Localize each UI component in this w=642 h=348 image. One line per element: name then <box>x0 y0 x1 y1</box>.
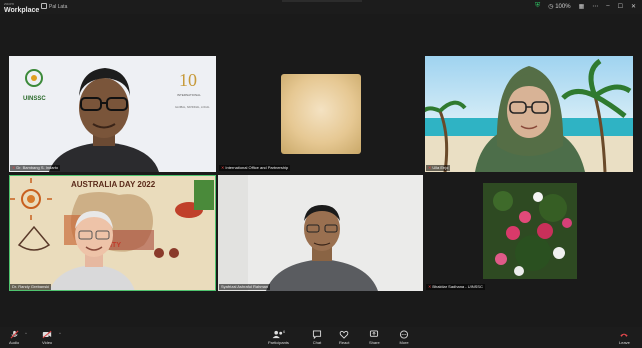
participant-video <box>218 175 423 291</box>
more-options-icon[interactable]: ⋯ <box>592 3 598 10</box>
top-bar-controls: ⛨ ◷ 100% ▦ ⋯ – ☐ ✕ <box>535 2 636 10</box>
more-icon <box>399 330 409 339</box>
participant-name-label: ✕Ulla Enjo <box>426 165 451 171</box>
audio-label: Audio <box>9 340 20 345</box>
participant-name-label: ✕Dr. Bambang S. Indarto <box>10 165 61 171</box>
app-brand: zoom Workplace <box>4 1 39 14</box>
svg-text:10: 10 <box>179 70 197 90</box>
audio-button[interactable]: Audio <box>9 330 19 345</box>
video-label: Video <box>42 340 53 345</box>
grid-view-icon[interactable]: ▦ <box>579 3 585 10</box>
participant-video <box>425 56 633 172</box>
meeting-info-button[interactable]: Pal Lata <box>41 3 67 10</box>
window-drag-handle[interactable] <box>282 0 362 2</box>
participants-count: 6 <box>283 329 286 334</box>
muted-mic-icon: ✕ <box>221 165 225 170</box>
video-options-chevron-icon[interactable]: ^ <box>59 331 61 336</box>
svg-text:GLOBAL, NATIONAL, LOCAL: GLOBAL, NATIONAL, LOCAL <box>175 105 210 109</box>
participant-name: Bhaktiar Sadhana - UINSSC <box>432 284 483 289</box>
participant-name-label: Syafrizal Ashraful Rahman <box>219 284 271 290</box>
zoom-level-label: 100% <box>555 3 571 10</box>
chat-label: Chat <box>312 340 322 345</box>
close-icon[interactable]: ✕ <box>631 3 636 10</box>
banner-title: AUSTRALIA DAY 2022 <box>71 180 156 189</box>
video-tile-1[interactable]: UINSSC 10 INTERNATIONAL GLOBAL, NATIONAL… <box>9 56 216 172</box>
participant-profile-picture <box>483 183 577 279</box>
leave-button[interactable]: Leave <box>619 330 630 345</box>
meeting-toolbar: Audio ^ Video ^ Participants 6 Chat Reac… <box>0 327 642 348</box>
muted-mic-icon: ✕ <box>428 284 432 289</box>
top-bar: zoom Workplace Pal Lata ⛨ ◷ 100% ▦ ⋯ – ☐… <box>0 0 642 14</box>
leave-label: Leave <box>619 340 630 345</box>
participant-name: Ulla Enjo <box>432 165 449 170</box>
video-tile-4[interactable]: AUSTRALIA DAY 2022 UNIVERSITY Dr. Randy … <box>9 175 216 291</box>
more-label: More <box>399 340 409 345</box>
maximize-icon[interactable]: ☐ <box>618 3 623 10</box>
participant-name: Dr. Randy Grebanski <box>12 284 50 289</box>
participant-name: Dr. Bambang S. Indarto <box>16 165 59 170</box>
react-button[interactable]: React <box>339 330 349 345</box>
video-button[interactable]: Video <box>42 330 52 345</box>
participant-name-label: Dr. Randy Grebanski <box>10 284 52 290</box>
video-tile-2[interactable]: ✕International Office and Partnership <box>218 56 423 172</box>
react-label: React <box>339 340 350 345</box>
info-icon <box>41 3 47 9</box>
share-label: Share <box>369 340 380 345</box>
meeting-info-label: Pal Lata <box>49 4 68 10</box>
audio-options-chevron-icon[interactable]: ^ <box>25 331 27 336</box>
participant-name: International Office and Partnership <box>225 165 289 170</box>
participant-name: Syafrizal Ashraful Rahman <box>221 284 269 289</box>
minimize-icon[interactable]: – <box>606 3 609 9</box>
muted-mic-icon: ✕ <box>428 165 432 170</box>
participant-video: UINSSC 10 INTERNATIONAL GLOBAL, NATIONAL… <box>9 56 216 172</box>
video-off-icon <box>42 330 52 339</box>
participants-label: Participants <box>268 340 289 345</box>
shield-icon[interactable]: ⛨ <box>535 2 540 10</box>
participant-video: AUSTRALIA DAY 2022 UNIVERSITY <box>9 175 216 291</box>
muted-mic-icon <box>10 330 19 339</box>
participants-button[interactable]: Participants <box>268 330 289 345</box>
share-button[interactable]: Share <box>369 330 380 345</box>
participant-name-label: ✕Bhaktiar Sadhana - UINSSC <box>426 284 485 290</box>
logo-text: UINSSC <box>23 96 46 102</box>
video-tile-5[interactable]: Syafrizal Ashraful Rahman <box>218 175 423 291</box>
svg-text:INTERNATIONAL: INTERNATIONAL <box>177 93 201 97</box>
video-tile-3[interactable]: ✕Ulla Enjo <box>425 56 633 172</box>
brand-name: Workplace <box>4 7 40 14</box>
more-button[interactable]: More <box>399 330 409 345</box>
chat-button[interactable]: Chat <box>312 330 322 345</box>
chat-icon <box>312 330 322 339</box>
participant-profile-picture <box>281 74 361 154</box>
share-screen-icon <box>370 330 379 337</box>
leave-icon <box>620 333 629 337</box>
participant-name-label: ✕International Office and Partnership <box>219 165 291 171</box>
video-tile-6[interactable]: ✕Bhaktiar Sadhana - UINSSC <box>425 175 633 291</box>
muted-mic-icon: ✕ <box>12 165 16 170</box>
zoom-level-control[interactable]: ◷ 100% <box>548 3 570 10</box>
heart-icon <box>339 330 349 339</box>
